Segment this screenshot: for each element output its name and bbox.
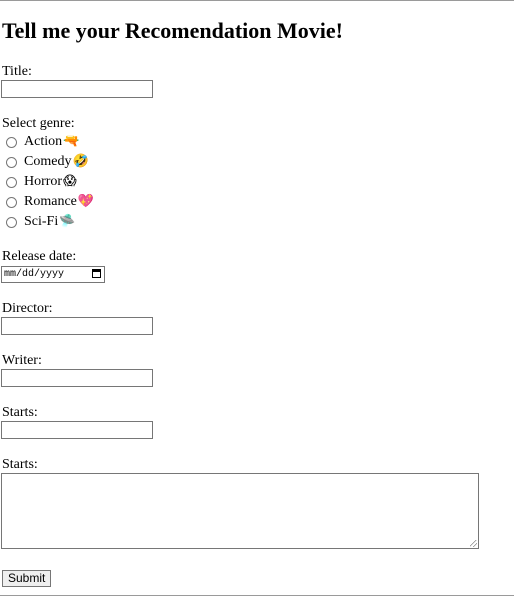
genre-radio-action[interactable] — [6, 136, 17, 148]
release-date-label: Release date: — [2, 249, 77, 264]
genre-label-horror: Horror — [24, 174, 63, 189]
bottom-divider — [0, 595, 514, 596]
release-date-placeholder: mm/dd/yyyy — [4, 269, 65, 280]
genre-radio-horror[interactable] — [6, 176, 17, 188]
starts-textarea-label: Starts: — [2, 457, 38, 472]
genre-option-comedy[interactable]: Comedy 🤣 — [6, 154, 89, 170]
screaming-face-icon: 😱 — [63, 174, 77, 189]
starts-label: Starts: — [2, 405, 38, 420]
genre-option-scifi[interactable]: Sci-Fi 🛸 — [6, 214, 75, 230]
heart-icon: 💖 — [77, 194, 95, 209]
genre-option-action[interactable]: Action 🔫 — [6, 134, 79, 150]
director-input[interactable] — [1, 317, 153, 335]
genre-label-comedy: Comedy — [24, 154, 72, 169]
submit-button[interactable]: Submit — [2, 570, 52, 587]
laughing-face-icon: 🤣 — [72, 154, 89, 169]
genre-label: Select genre: — [2, 116, 75, 131]
ufo-icon: 🛸 — [59, 214, 76, 229]
starts-input[interactable] — [1, 421, 153, 439]
title-label: Title: — [2, 64, 32, 79]
gun-icon: 🔫 — [63, 134, 80, 149]
top-divider — [0, 0, 514, 1]
genre-label-scifi: Sci-Fi — [24, 214, 59, 229]
genre-option-horror[interactable]: Horror 😱 — [6, 174, 77, 190]
genre-label-romance: Romance — [24, 194, 77, 209]
genre-radio-comedy[interactable] — [6, 156, 17, 168]
writer-label: Writer: — [2, 353, 42, 368]
genre-option-romance[interactable]: Romance 💖 — [6, 194, 94, 210]
starts-textarea[interactable] — [1, 473, 479, 549]
resize-grip-icon[interactable] — [470, 540, 477, 547]
genre-label-action: Action — [24, 134, 63, 149]
writer-input[interactable] — [1, 369, 153, 387]
genre-radio-scifi[interactable] — [6, 216, 17, 228]
genre-radio-romance[interactable] — [6, 196, 17, 208]
director-label: Director: — [2, 301, 53, 316]
title-input[interactable] — [1, 80, 153, 98]
calendar-icon[interactable] — [92, 269, 101, 278]
page-title: Tell me your Recomendation Movie! — [2, 18, 343, 43]
release-date-input[interactable]: mm/dd/yyyy — [1, 266, 105, 283]
